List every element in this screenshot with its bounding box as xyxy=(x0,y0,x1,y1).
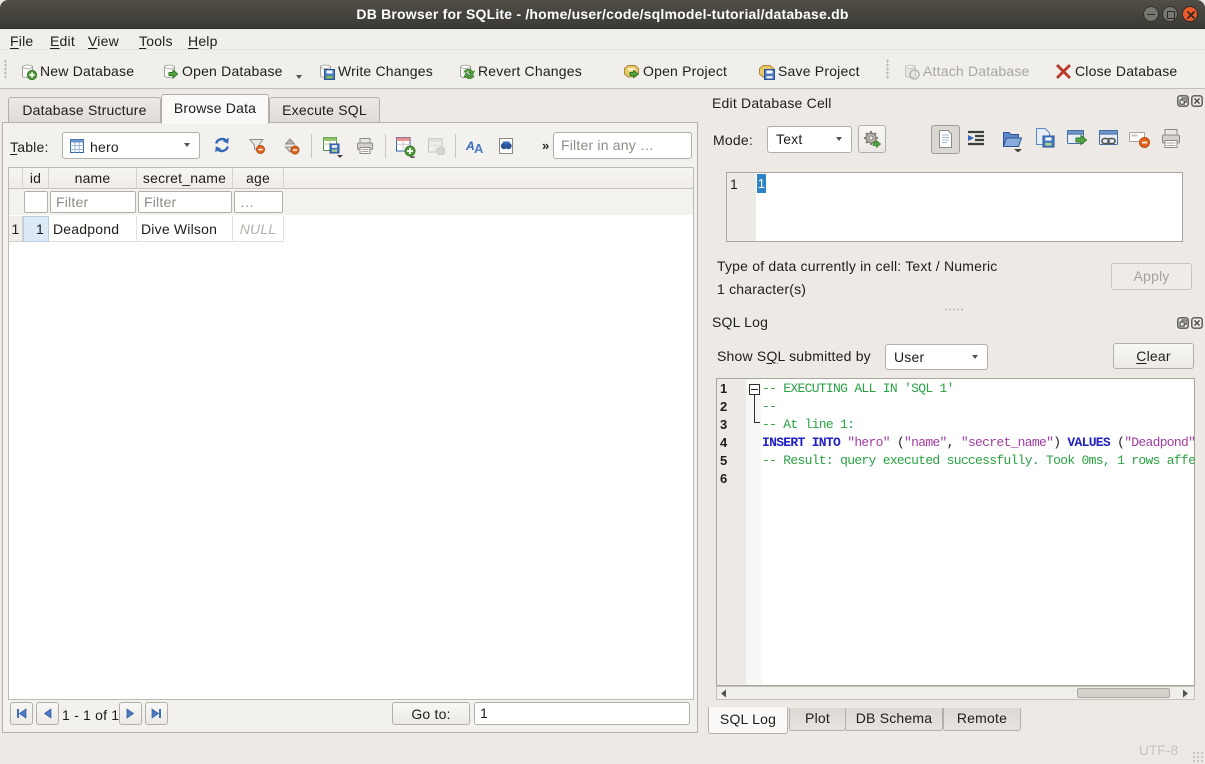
svg-text:A: A xyxy=(474,141,484,155)
